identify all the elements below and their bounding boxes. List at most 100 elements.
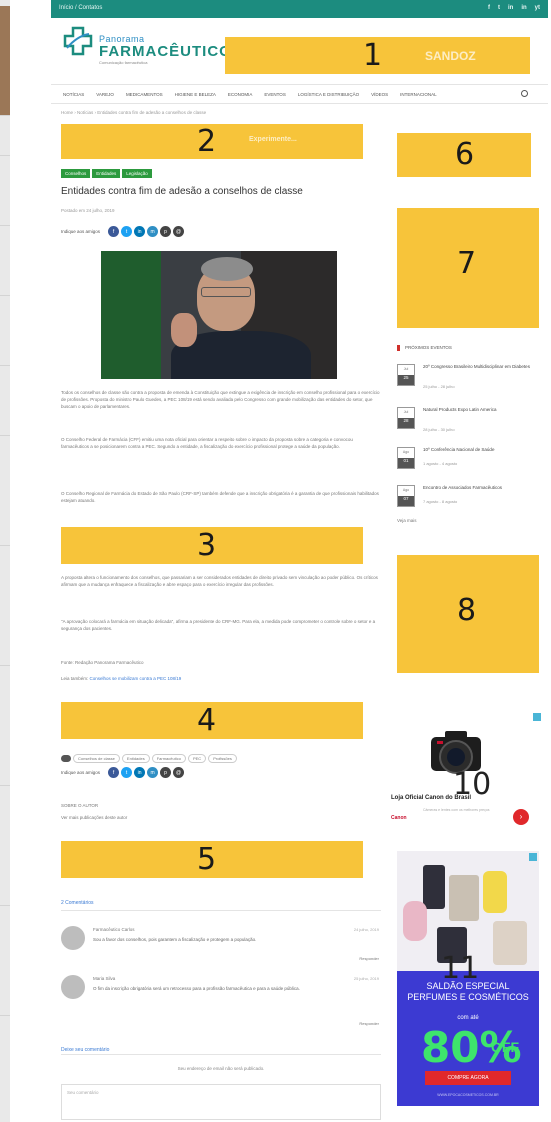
canon-ad[interactable]: 10 Loja Oficial Canon do Brasil Canon Câ… (391, 713, 541, 833)
calendar-icon: Ago 07 (397, 485, 415, 507)
twitter-icon[interactable]: t (498, 5, 500, 11)
perfume-headline-line1: SALDÃO ESPECIAL (426, 981, 510, 991)
nav-item-videos[interactable]: Vídeos (371, 92, 388, 97)
ad-choices-icon[interactable] (529, 853, 537, 861)
comment-date: 24 julho, 2019 (353, 927, 379, 932)
instagram-icon[interactable]: in (521, 5, 526, 11)
canon-store-name[interactable]: Loja Oficial Canon do Brasil (391, 795, 471, 801)
ad-banner-8[interactable]: 8 (397, 555, 539, 673)
side-tab[interactable] (0, 200, 10, 226)
event-title[interactable]: Natural Products Expo Latin America (423, 407, 543, 413)
canon-logo: Canon (391, 815, 407, 821)
buy-now-button[interactable]: COMPRE AGORA (425, 1071, 511, 1085)
event-month: Ago (402, 450, 410, 454)
event-date: 7 agosto - 8 agosto (423, 499, 458, 504)
linkedin-icon[interactable]: in (508, 5, 513, 11)
ad-number: 3 (197, 528, 217, 563)
tag-chip[interactable]: PEC (187, 754, 207, 763)
comment-textarea[interactable]: Seu comentário (61, 1084, 381, 1120)
tag-entidades[interactable]: Entidades (92, 169, 121, 178)
ad-banner-3[interactable]: 3 (61, 527, 363, 564)
side-tab[interactable] (0, 640, 10, 666)
nav-item-economia[interactable]: Economia (228, 92, 253, 97)
article-paragraph: O Conselho Federal de Farmácia (CFF) emi… (61, 437, 353, 449)
tag-chip[interactable]: Profissões (208, 754, 237, 763)
nav-item-logistica[interactable]: Logística e Distribuição (298, 92, 359, 97)
event-title[interactable]: 10º Conferência Nacional de Saúde (423, 447, 543, 453)
nav-item-eventos[interactable]: Eventos (264, 92, 285, 97)
cross-logo-icon (63, 26, 93, 56)
author-heading: Sobre o autor (61, 803, 99, 808)
nav-item-higiene[interactable]: Higiene e Beleza (175, 92, 216, 97)
tag-chip[interactable]: Farmacêutico (151, 754, 186, 763)
ad-number: 6 (455, 137, 475, 172)
perfume-ad[interactable]: 11 SALDÃO ESPECIAL PERFUMES E COSMÉTICOS… (397, 851, 539, 1106)
nav-item-medicamentos[interactable]: Medicamentos (126, 92, 163, 97)
comment-author[interactable]: Farmacêutico Carlos (93, 927, 135, 932)
logo-line2: FARMACÊUTICO (99, 43, 232, 60)
event-item[interactable]: Jul 28 Natural Products Expo Latin Ameri… (397, 407, 545, 435)
tag-chip[interactable]: Entidades (121, 754, 150, 763)
share-label: Indique aos amigos (61, 770, 101, 775)
linkedin-share-icon[interactable]: in (134, 226, 146, 237)
ad-banner-5[interactable]: 5 (61, 841, 363, 878)
ad-banner-4[interactable]: 4 (61, 702, 363, 739)
facebook-icon[interactable]: f (488, 5, 490, 11)
ad-banner-1[interactable]: SANDOZ 1 (225, 37, 530, 74)
print-share-icon[interactable]: p (160, 767, 172, 778)
twitter-share-icon[interactable]: t (121, 767, 133, 778)
ad-choices-icon[interactable] (533, 713, 541, 721)
facebook-share-icon[interactable]: f (108, 226, 120, 237)
share-label: Indique aos amigos (61, 229, 101, 234)
author-link[interactable]: Ver mais publicações deste autor (61, 815, 127, 820)
events-heading-text: Próximos eventos (405, 345, 452, 350)
side-tab[interactable] (0, 270, 10, 296)
facebook-share-icon[interactable]: f (108, 767, 120, 778)
reply-link[interactable]: Responder (359, 956, 379, 961)
side-tab[interactable] (0, 6, 10, 116)
event-item[interactable]: Ago 07 Encontro de Associados Farmacêuti… (397, 485, 545, 513)
side-tab[interactable] (0, 760, 10, 786)
messenger-share-icon[interactable]: m (147, 226, 159, 237)
youtube-icon[interactable]: yt (535, 5, 540, 11)
home-link[interactable]: Início / Contatos (59, 5, 102, 11)
article-paragraph: O Conselho Regional de Farmácia do Estad… (61, 491, 379, 503)
see-more-link[interactable]: Veja mais (397, 518, 417, 523)
chevron-right-icon[interactable]: › (513, 809, 529, 825)
nav-item-noticias[interactable]: Notícias (63, 92, 84, 97)
side-tab[interactable] (0, 340, 10, 366)
site-logo[interactable]: Panorama FARMACÊUTICO Comunicação farmac… (63, 26, 231, 66)
ad-banner-7[interactable]: 7 (397, 208, 539, 328)
side-tab[interactable] (0, 410, 10, 436)
ad-banner-2[interactable]: Experimente... 2 (61, 124, 363, 159)
reply-link[interactable]: Responder (359, 1021, 379, 1026)
ad-number: 1 (363, 38, 383, 73)
print-share-icon[interactable]: p (160, 226, 172, 237)
ad-banner-6[interactable]: 6 (397, 133, 531, 177)
nav-item-internacional[interactable]: Internacional (400, 92, 437, 97)
event-date: 28 julho - 30 julho (423, 427, 455, 432)
side-tab[interactable] (0, 990, 10, 1016)
email-share-icon[interactable]: @ (173, 767, 185, 778)
side-tab[interactable] (0, 520, 10, 546)
tag-legislacao[interactable]: Legislação (122, 169, 152, 178)
email-share-icon[interactable]: @ (173, 226, 185, 237)
read-also-prefix: Leia também: (61, 676, 90, 681)
event-day: 07 (398, 496, 414, 506)
event-title[interactable]: 20º Congresso Brasileiro Multidisciplina… (423, 364, 543, 370)
nav-item-varejo[interactable]: Varejo (96, 92, 114, 97)
comment-author[interactable]: Maria Silva (93, 976, 115, 981)
event-title[interactable]: Encontro de Associados Farmacêuticos (423, 485, 543, 491)
tag-conselhos[interactable]: Conselhos (61, 169, 91, 178)
read-also-link[interactable]: Conselhos se mobilizam contra a PEC 108/… (90, 676, 182, 681)
event-item[interactable]: Ago 01 10º Conferência Nacional de Saúde… (397, 447, 545, 475)
tag-chip[interactable]: Conselhos de classe (73, 754, 120, 763)
leave-comment-title: Deixe seu comentário (61, 1047, 110, 1053)
messenger-share-icon[interactable]: m (147, 767, 159, 778)
side-tab[interactable] (0, 130, 10, 156)
linkedin-share-icon[interactable]: in (134, 767, 146, 778)
event-item[interactable]: Jul 25 20º Congresso Brasileiro Multidis… (397, 364, 545, 392)
twitter-share-icon[interactable]: t (121, 226, 133, 237)
search-icon[interactable] (521, 90, 528, 97)
side-tab[interactable] (0, 880, 10, 906)
